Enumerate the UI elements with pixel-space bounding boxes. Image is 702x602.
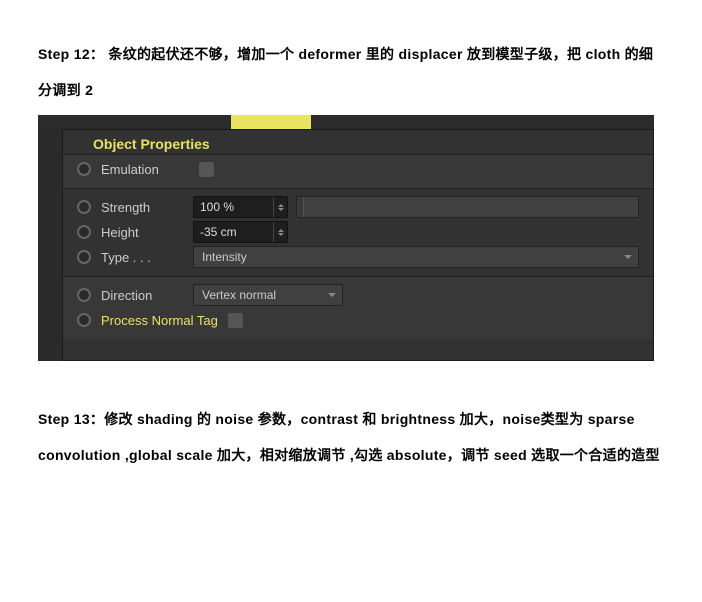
slider-fill <box>297 197 304 217</box>
type-row: Type . . . Intensity <box>63 245 653 270</box>
process-normal-tag-checkbox[interactable] <box>228 313 243 328</box>
type-value: Intensity <box>202 250 247 264</box>
panel-tab-bar <box>38 115 654 129</box>
radio-icon[interactable] <box>77 313 91 327</box>
step-12-instruction: Step 12： 条纹的起伏还不够，增加一个 deformer 里的 displ… <box>38 36 664 109</box>
strength-row: Strength <box>63 195 653 220</box>
strength-input[interactable] <box>194 200 273 214</box>
radio-icon[interactable] <box>77 200 91 214</box>
direction-label: Direction <box>101 288 193 303</box>
emulation-section: Emulation <box>63 154 653 189</box>
direction-value: Vertex normal <box>202 288 276 302</box>
emulation-row: Emulation <box>63 157 653 182</box>
radio-icon[interactable] <box>77 288 91 302</box>
panel-title: Object Properties <box>63 130 653 154</box>
active-tab-highlight[interactable] <box>231 115 311 129</box>
emulation-label: Emulation <box>101 162 193 177</box>
radio-icon[interactable] <box>77 225 91 239</box>
height-row: Height <box>63 220 653 245</box>
direction-row: Direction Vertex normal <box>63 283 653 308</box>
height-input[interactable] <box>194 225 273 239</box>
type-dropdown[interactable]: Intensity <box>193 246 639 268</box>
chevron-down-icon <box>624 255 632 259</box>
step-13-instruction: Step 13：修改 shading 的 noise 参数，contrast 和… <box>38 401 664 474</box>
panel-left-strip <box>38 129 62 361</box>
properties-panel: Object Properties Emulation Strength <box>38 115 654 361</box>
arrow-up-icon <box>278 229 284 232</box>
height-spinner[interactable] <box>273 222 287 242</box>
height-label: Height <box>101 225 193 240</box>
strength-spinner[interactable] <box>273 197 287 217</box>
panel-body: Object Properties Emulation Strength <box>62 129 654 361</box>
arrow-up-icon <box>278 204 284 207</box>
height-input-wrap[interactable] <box>193 221 288 243</box>
process-normal-tag-row: Process Normal Tag <box>63 308 653 333</box>
transform-section: Strength Height <box>63 189 653 276</box>
emulation-checkbox[interactable] <box>199 162 214 177</box>
direction-dropdown[interactable]: Vertex normal <box>193 284 343 306</box>
direction-section: Direction Vertex normal Process Normal T… <box>63 276 653 339</box>
radio-icon[interactable] <box>77 250 91 264</box>
strength-label: Strength <box>101 200 193 215</box>
arrow-down-icon <box>278 208 284 211</box>
chevron-down-icon <box>328 293 336 297</box>
strength-slider[interactable] <box>296 196 639 218</box>
type-label: Type . . . <box>101 250 193 265</box>
strength-input-wrap[interactable] <box>193 196 288 218</box>
arrow-down-icon <box>278 233 284 236</box>
radio-icon[interactable] <box>77 162 91 176</box>
process-normal-tag-label: Process Normal Tag <box>101 313 218 328</box>
